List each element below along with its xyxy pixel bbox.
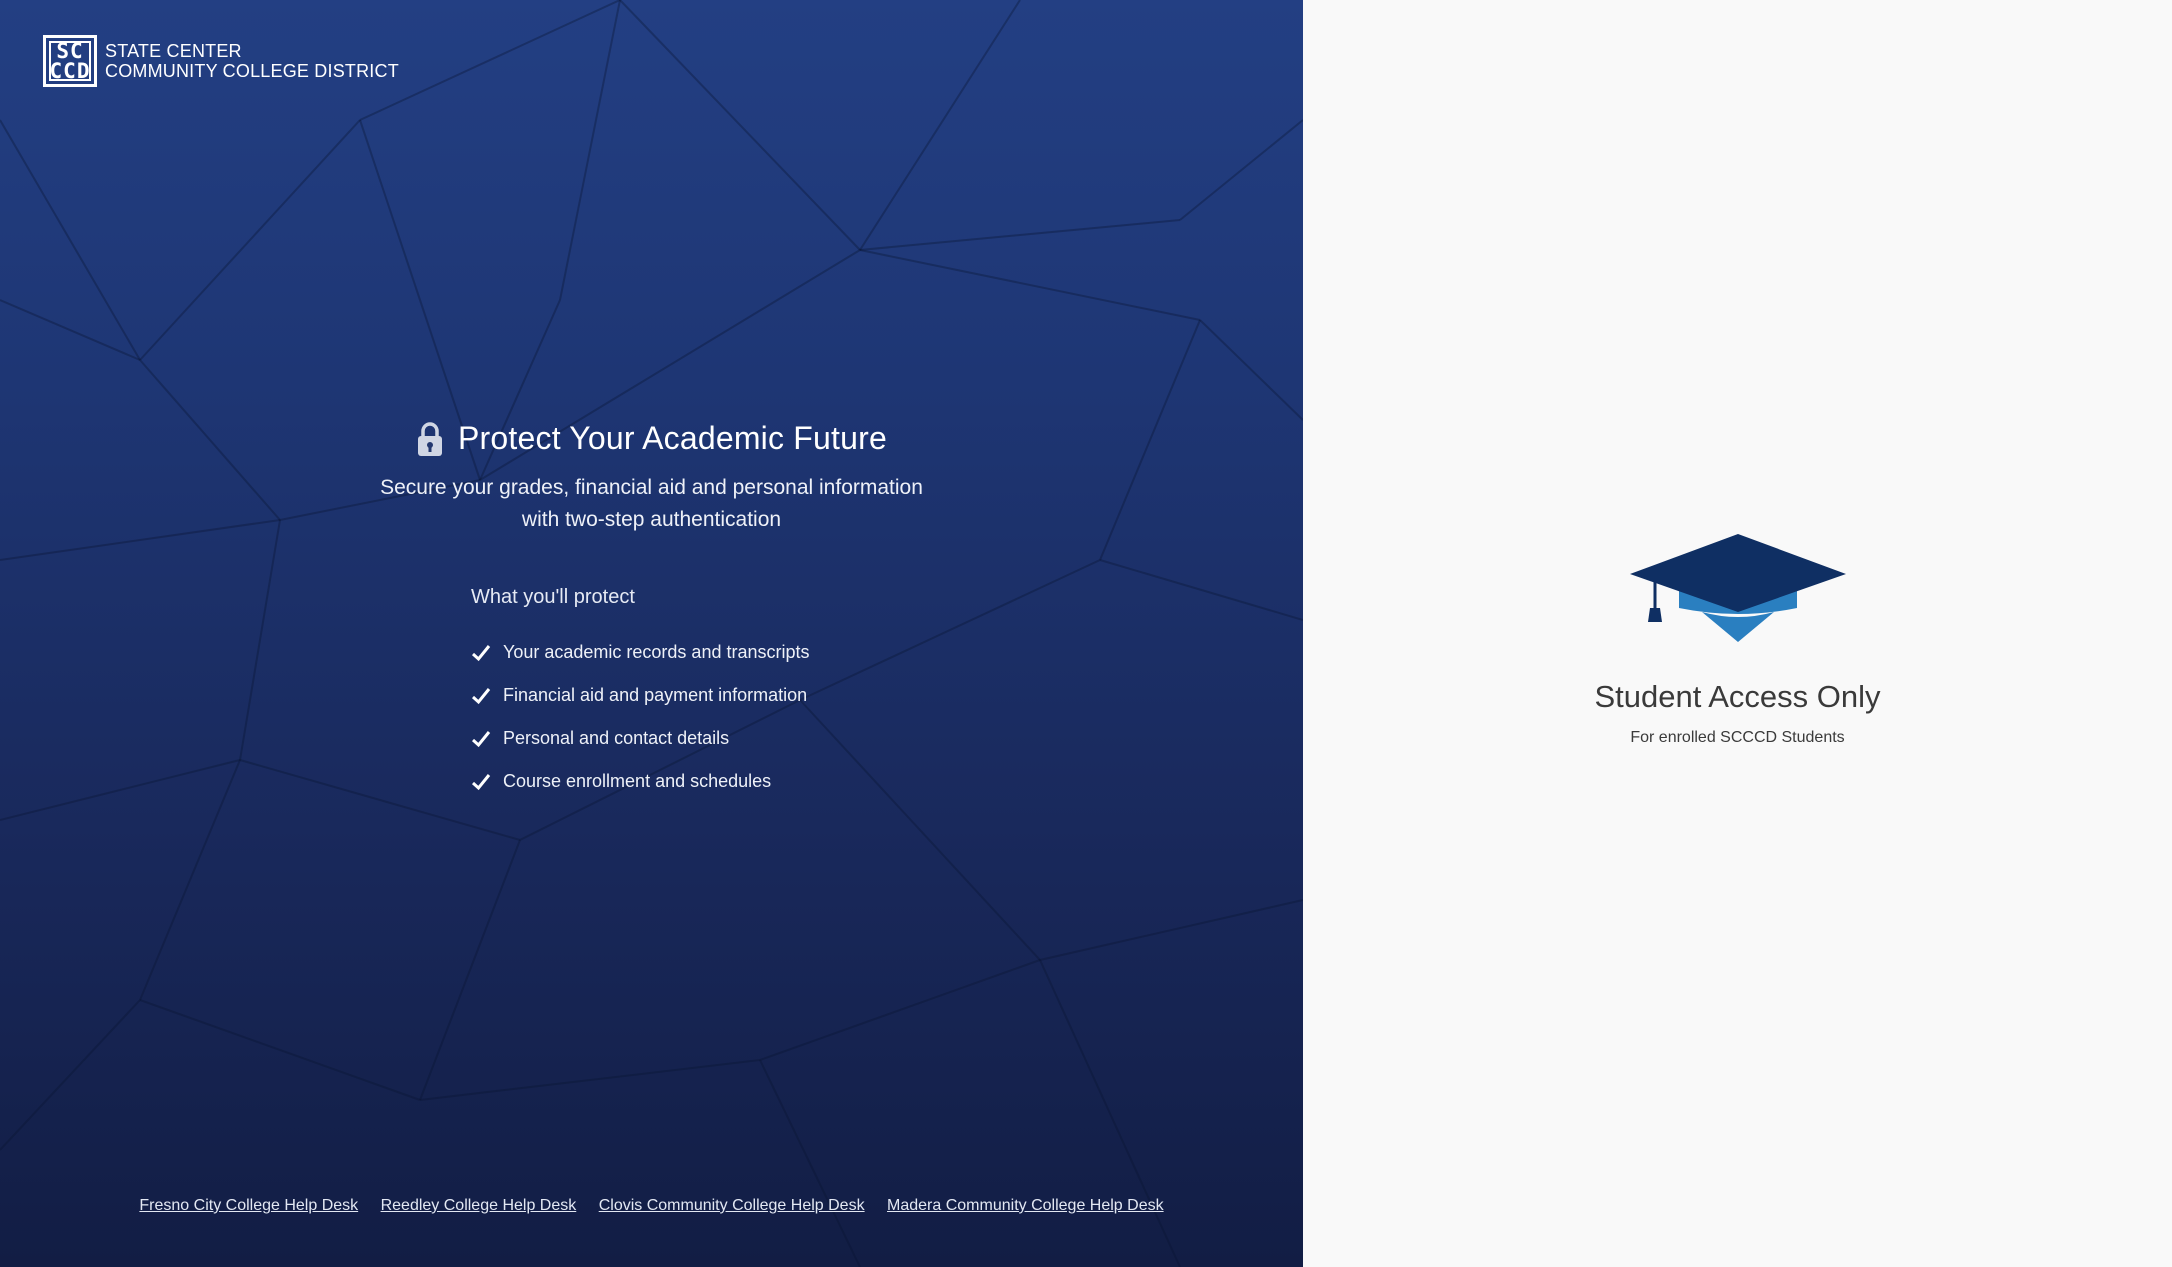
- brand-logo: SC CCD State Center Community College Di…: [43, 35, 399, 87]
- protect-item-label: Your academic records and transcripts: [503, 642, 810, 662]
- list-item: Course enrollment and schedules: [471, 760, 809, 803]
- checkmark-icon: [471, 773, 491, 790]
- left-panel: SC CCD State Center Community College Di…: [0, 0, 1303, 1267]
- protect-section: What you'll protect Your academic record…: [471, 586, 809, 803]
- checkmark-icon: [471, 687, 491, 704]
- login-page: SC CCD State Center Community College Di…: [0, 0, 2172, 1267]
- hero-subtitle-line-1: Secure your grades, financial aid and pe…: [380, 475, 923, 499]
- brand-line-2: Community College District: [105, 61, 399, 81]
- protect-item-label: Personal and contact details: [503, 728, 730, 748]
- hero-subtitle-line-2: with two-step authentication: [521, 507, 782, 531]
- protect-item-label: Financial aid and payment information: [503, 685, 808, 705]
- hero-subtitle: Secure your grades, financial aid and pe…: [0, 472, 1303, 536]
- madera-help-desk-link[interactable]: Madera Community College Help Desk: [887, 1197, 1164, 1214]
- fresno-help-desk-link[interactable]: Fresno City College Help Desk: [139, 1197, 358, 1214]
- access-subtitle: For enrolled SCCCD Students: [1630, 729, 1845, 746]
- access-title: Student Access Only: [1594, 679, 1881, 714]
- checkmark-icon: [471, 730, 491, 747]
- list-item: Financial aid and payment information: [471, 674, 809, 717]
- logo-letters-top: SC: [56, 39, 84, 63]
- student-access-block: Student Access Only For enrolled SCCCD S…: [1303, 530, 2172, 747]
- right-panel: Student Access Only For enrolled SCCCD S…: [1303, 0, 2172, 1267]
- protect-heading: What you'll protect: [471, 586, 635, 608]
- hero-section: Protect Your Academic Future Secure your…: [0, 420, 1303, 536]
- clovis-help-desk-link[interactable]: Clovis Community College Help Desk: [599, 1197, 865, 1214]
- graduation-cap-icon: [1629, 534, 1846, 642]
- checkmark-icon: [471, 644, 491, 661]
- brand-name: State Center Community College District: [105, 41, 399, 81]
- list-item: Personal and contact details: [471, 717, 809, 760]
- hero-title: Protect Your Academic Future: [458, 420, 887, 456]
- logo-letters-bottom: CCD: [49, 59, 91, 83]
- protect-list: Your academic records and transcripts Fi…: [471, 631, 809, 803]
- lock-icon: [418, 421, 443, 456]
- help-desk-links: Fresno City College Help Desk Reedley Co…: [0, 1197, 1303, 1215]
- list-item: Your academic records and transcripts: [471, 631, 809, 674]
- protect-item-label: Course enrollment and schedules: [503, 771, 772, 791]
- scccd-logo-mark: SC CCD: [43, 35, 97, 87]
- reedley-help-desk-link[interactable]: Reedley College Help Desk: [381, 1197, 577, 1214]
- hero-title-row: Protect Your Academic Future: [416, 420, 887, 457]
- brand-line-1: State Center: [105, 41, 242, 61]
